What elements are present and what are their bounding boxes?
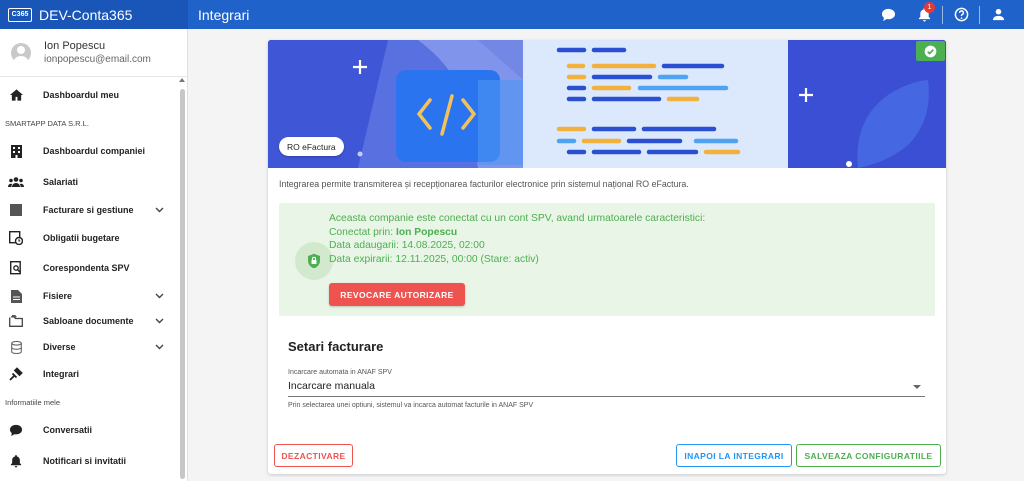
sidebar-item-files[interactable]: Fisiere [0, 285, 180, 307]
sidebar-item-label: Facturare si gestiune [43, 205, 134, 215]
chevron-down-icon[interactable] [152, 293, 166, 299]
connected-by: Conectat prin: Ion Popescu [329, 226, 705, 240]
sidebar-section-mine: Informatiile mele [5, 398, 61, 407]
chat-icon [8, 422, 24, 438]
plug-icon [8, 366, 24, 382]
revoke-authorization-button[interactable]: REVOCARE AUTORIZARE [329, 283, 465, 306]
account-icon[interactable] [980, 0, 1016, 29]
sidebar-item-conversations[interactable]: Conversatii [0, 419, 180, 441]
settings-title: Setari facturare [288, 339, 384, 354]
sidebar-scrollbar[interactable] [180, 89, 185, 479]
folder-icon [8, 313, 24, 329]
sidebar-item-templates[interactable]: Sabloane documente [0, 310, 180, 332]
shield-lock-icon [295, 242, 333, 280]
integration-card: RO eFactura Integrarea permite transmite… [268, 40, 946, 474]
back-to-integrations-button[interactable]: INAPOI LA INTEGRARI [676, 444, 792, 467]
sidebar-item-label: Dashboardul companiei [43, 146, 146, 156]
notification-badge: 1 [924, 2, 935, 13]
building-icon [8, 143, 24, 159]
active-check-icon [916, 41, 945, 61]
avatar [11, 42, 31, 63]
brand[interactable]: C365 DEV-Conta365 [0, 0, 188, 29]
save-configuration-button[interactable]: SALVEAZA CONFIGURATIILE [796, 444, 941, 467]
app-name: DEV-Conta365 [39, 6, 133, 23]
dropdown-arrow-icon[interactable] [913, 385, 921, 389]
square-icon [8, 202, 24, 218]
chat-icon[interactable] [870, 0, 906, 29]
chevron-down-icon[interactable] [152, 318, 166, 324]
sidebar-item-company-dashboard[interactable]: Dashboardul companiei [0, 140, 180, 162]
sidebar-item-label: Corespondenta SPV [43, 263, 130, 273]
notifications-button[interactable]: 1 [906, 0, 942, 29]
people-icon [8, 174, 24, 190]
integration-banner [268, 40, 946, 168]
sidebar-item-label: Conversatii [43, 425, 93, 435]
app-logo: C365 [8, 7, 32, 22]
sidebar-item-label: Dashboardul meu [43, 90, 120, 100]
user-email: ionpopescu@email.com [44, 54, 151, 65]
connection-status-box: Aceasta companie este conectat cu un con… [279, 203, 935, 316]
sidebar-item-employees[interactable]: Salariati [0, 171, 180, 193]
auto-upload-select[interactable]: Incarcare manuala [288, 380, 925, 397]
sidebar-item-integrations[interactable]: Integrari [0, 363, 180, 385]
deactivate-button[interactable]: DEZACTIVARE [274, 444, 353, 467]
page-title: Integrari [198, 6, 250, 23]
sidebar-item-dashboard[interactable]: Dashboardul meu [0, 84, 180, 106]
connected-by-name: Ion Popescu [395, 226, 458, 238]
scrollbar-up-arrow[interactable] [179, 78, 185, 82]
sidebar-item-label: Obligatii bugetare [43, 233, 120, 243]
sidebar-item-notifications[interactable]: Notificari si invitatii [0, 450, 180, 472]
integration-description: Integrarea permite transmiterea și recep… [279, 179, 689, 189]
sidebar: Ion Popescu ionpopescu@email.com Dashboa… [0, 29, 188, 481]
sidebar-item-invoicing[interactable]: Facturare si gestiune [0, 199, 180, 221]
top-icons: 1 [870, 0, 1024, 29]
sidebar-item-misc[interactable]: Diverse [0, 336, 180, 358]
integration-chip: RO eFactura [279, 137, 344, 156]
connection-details: Aceasta companie este conectat cu un con… [329, 212, 705, 266]
sidebar-item-spv[interactable]: Corespondenta SPV [0, 257, 180, 279]
sidebar-section-company: SMARTAPP DATA S.R.L. [5, 119, 89, 128]
chevron-down-icon[interactable] [152, 344, 166, 350]
auto-upload-help: Prin selectarea unei optiuni, sistemul v… [288, 402, 534, 409]
home-icon [8, 87, 24, 103]
sidebar-item-label: Sabloane documente [43, 316, 134, 326]
chevron-down-icon[interactable] [152, 207, 166, 213]
sidebar-item-budget-obligations[interactable]: Obligatii bugetare [0, 227, 180, 249]
database-icon [8, 339, 24, 355]
sidebar-item-label: Notificari si invitatii [43, 456, 127, 466]
file-icon [8, 288, 24, 304]
date-added: Data adaugarii: 14.08.2025, 02:00 [329, 240, 485, 252]
user-name: Ion Popescu [44, 40, 106, 52]
budget-icon [8, 230, 24, 246]
auto-upload-label: Incarcare automata in ANAF SPV [288, 369, 392, 376]
sidebar-item-label: Salariati [43, 177, 79, 187]
doc-search-icon [8, 260, 24, 276]
sidebar-item-label: Fisiere [43, 291, 73, 301]
user-profile[interactable]: Ion Popescu ionpopescu@email.com [0, 29, 187, 77]
help-icon[interactable] [943, 0, 979, 29]
top-bar: C365 DEV-Conta365 Integrari 1 [0, 0, 1024, 29]
date-expires: Data expirarii: 12.11.2025, 00:00 (Stare… [329, 253, 539, 265]
sidebar-item-label: Integrari [43, 369, 80, 379]
auto-upload-value: Incarcare manuala [288, 380, 375, 392]
bell-icon [8, 453, 24, 469]
connected-by-label: Conectat prin: [329, 226, 396, 238]
sidebar-item-label: Diverse [43, 342, 76, 352]
status-intro: Aceasta companie este conectat cu un con… [329, 213, 706, 224]
